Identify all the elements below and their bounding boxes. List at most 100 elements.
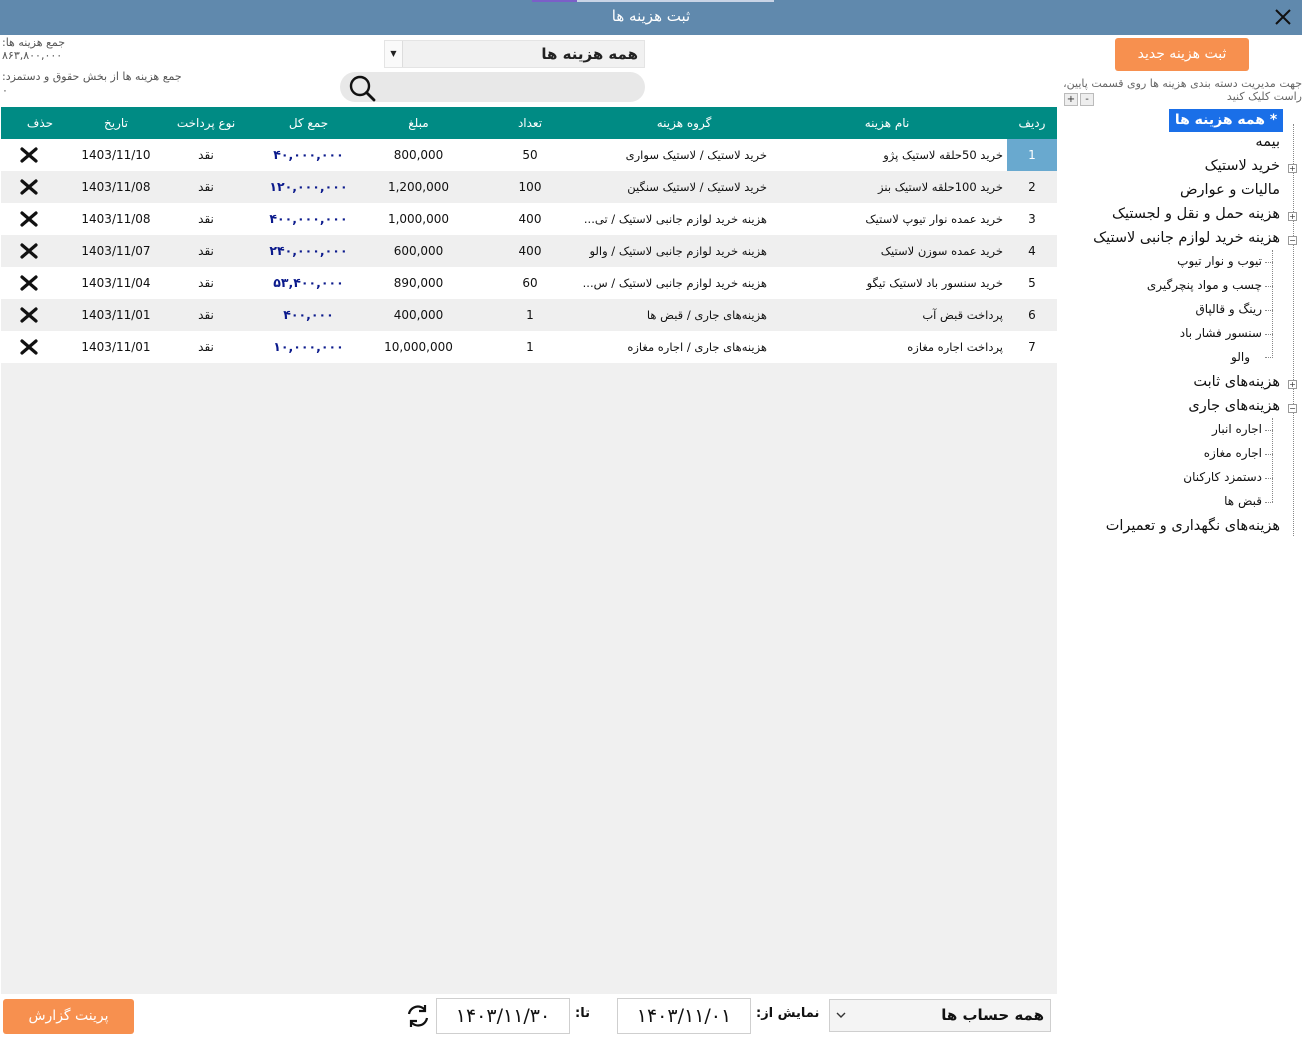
cell-date[interactable]: 1403/11/04 <box>61 267 171 299</box>
delete-icon[interactable] <box>20 147 38 163</box>
tree-child-warehouse-rent[interactable]: اجاره انبار <box>1212 422 1262 436</box>
cell-idx[interactable]: 7 <box>1007 331 1057 363</box>
header-group[interactable]: گروه هزینه <box>579 107 789 139</box>
cell-total[interactable]: ۴۰۰,۰۰۰ <box>241 299 376 331</box>
cell-group[interactable]: خرید لاستیک / لاستیک سنگین <box>579 171 767 203</box>
collapse-icon[interactable]: − <box>1288 236 1297 245</box>
delete-icon[interactable] <box>20 275 38 291</box>
cell-name[interactable]: خرید 50حلقه لاستیک پژو <box>767 139 1003 171</box>
cell-idx[interactable]: 6 <box>1007 299 1057 331</box>
header-name[interactable]: نام هزینه <box>767 107 1007 139</box>
cell-total[interactable]: ۴۰,۰۰۰,۰۰۰ <box>241 139 376 171</box>
search-icon[interactable] <box>344 73 378 103</box>
collapse-all-button[interactable]: - <box>1080 93 1094 106</box>
cell-date[interactable]: 1403/11/08 <box>61 203 171 235</box>
delete-icon[interactable] <box>20 307 38 323</box>
expand-icon[interactable]: + <box>1288 164 1297 173</box>
tree-child-valve[interactable]: والو <box>1231 350 1250 364</box>
table-row[interactable]: 4 خرید عمده سوزن لاستیک هزینه خرید لوازم ج… <box>1 235 1057 267</box>
cell-total[interactable]: ۱۰,۰۰۰,۰۰۰ <box>241 331 376 363</box>
tree-child-bills[interactable]: قبض ها <box>1224 494 1262 508</box>
chevron-down-icon[interactable] <box>834 1008 848 1022</box>
header-total[interactable]: جمع کل <box>241 107 376 139</box>
cell-qty[interactable]: 100 <box>481 171 579 203</box>
cell-date[interactable]: 1403/11/01 <box>61 299 171 331</box>
table-row[interactable]: 7 پرداخت اجاره مغازه هزینه‌های جاری / اجار… <box>1 331 1057 363</box>
tree-node-taxes[interactable]: مالیات و عوارض <box>1180 182 1280 198</box>
cell-idx[interactable]: 2 <box>1007 171 1057 203</box>
cell-qty[interactable]: 60 <box>481 267 579 299</box>
tree-node-accessories[interactable]: هزینه خرید لوازم جانبی لاستیک <box>1093 230 1280 246</box>
header-idx[interactable]: ردیف <box>1007 107 1057 139</box>
delete-icon[interactable] <box>20 179 38 195</box>
table-row[interactable]: 3 خرید عمده نوار تیوپ لاستیک هزینه خرید لو… <box>1 203 1057 235</box>
expand-icon[interactable]: + <box>1288 380 1297 389</box>
cell-group[interactable]: هزینه‌های جاری / اجاره مغازه <box>579 331 767 363</box>
header-date[interactable]: تاریخ <box>61 107 171 139</box>
to-date-input[interactable]: ۱۴۰۳/۱۱/۳۰ <box>436 998 570 1034</box>
cell-group[interactable]: هزینه خرید لوازم جانبی لاستیک / والو <box>579 235 767 267</box>
collapse-icon[interactable]: − <box>1288 404 1297 413</box>
cell-name[interactable]: خرید عمده سوزن لاستیک <box>767 235 1003 267</box>
delete-icon[interactable] <box>20 339 38 355</box>
table-row[interactable]: 5 خرید سنسور باد لاستیک تیگو هزینه خرید لو… <box>1 267 1057 299</box>
tree-child-tube[interactable]: تیوب و نوار تیوپ <box>1177 254 1262 268</box>
tree-child-pressure-sensor[interactable]: سنسور فشار باد <box>1180 326 1262 340</box>
cell-idx[interactable]: 3 <box>1007 203 1057 235</box>
cell-qty[interactable]: 1 <box>481 331 579 363</box>
table-row[interactable]: 6 پرداخت قبض آب هزینه‌های جاری / قبض ها 1 40… <box>1 299 1057 331</box>
cell-date[interactable]: 1403/11/10 <box>61 139 171 171</box>
cell-name[interactable]: خرید 100حلقه لاستیک بنز <box>767 171 1003 203</box>
from-date-input[interactable]: ۱۴۰۳/۱۱/۰۱ <box>617 998 751 1034</box>
cell-group[interactable]: هزینه خرید لوازم جانبی لاستیک / تی... <box>579 203 767 235</box>
tree-node-tire-purchase[interactable]: خرید لاستیک <box>1205 158 1280 174</box>
tree-child-wages[interactable]: دستمزد کارکنان <box>1183 470 1262 484</box>
cell-qty[interactable]: 400 <box>481 235 579 267</box>
cell-date[interactable]: 1403/11/01 <box>61 331 171 363</box>
tree-node-fixed-costs[interactable]: هزینه‌های ثابت <box>1193 374 1280 390</box>
delete-icon[interactable] <box>20 243 38 259</box>
cell-group[interactable]: خرید لاستیک / لاستیک سواری <box>579 139 767 171</box>
cell-total[interactable]: ۱۲۰,۰۰۰,۰۰۰ <box>241 171 376 203</box>
close-icon[interactable] <box>1270 4 1296 30</box>
cell-name[interactable]: خرید سنسور باد لاستیک تیگو <box>767 267 1003 299</box>
cell-name[interactable]: پرداخت اجاره مغازه <box>767 331 1003 363</box>
table-row[interactable]: 2 خرید 100حلقه لاستیک بنز خرید لاستیک / لا… <box>1 171 1057 203</box>
cell-idx[interactable]: 1 <box>1007 139 1057 171</box>
tree-node-all-expenses[interactable]: * همه هزینه ها * <box>1169 109 1283 150</box>
print-report-button[interactable]: پرینت گزارش <box>3 999 134 1034</box>
cell-date[interactable]: 1403/11/08 <box>61 171 171 203</box>
tree-node-logistics[interactable]: هزینه حمل و نقل و لجستیک <box>1112 206 1280 222</box>
expand-icon[interactable]: + <box>1288 212 1297 221</box>
cell-date[interactable]: 1403/11/07 <box>61 235 171 267</box>
cell-total[interactable]: ۲۴۰,۰۰۰,۰۰۰ <box>241 235 376 267</box>
cell-total[interactable]: ۵۳,۴۰۰,۰۰۰ <box>241 267 376 299</box>
expense-filter-select[interactable]: ▼ همه هزینه ها <box>384 40 645 68</box>
cell-idx[interactable]: 4 <box>1007 235 1057 267</box>
cell-group[interactable]: هزینه خرید لوازم جانبی لاستیک / س... <box>579 267 767 299</box>
header-qty[interactable]: تعداد <box>481 107 579 139</box>
tree-node-maintenance[interactable]: هزینه‌های نگهداری و تعمیرات <box>1106 518 1280 534</box>
header-delete[interactable]: حذف <box>16 107 64 139</box>
cell-name[interactable]: خرید عمده نوار تیوپ لاستیک <box>767 203 1003 235</box>
account-select[interactable]: همه حساب ها <box>829 999 1051 1032</box>
cell-name[interactable]: پرداخت قبض آب <box>767 299 1003 331</box>
table-row[interactable]: 1 خرید 50حلقه لاستیک پژو خرید لاستیک / لاس… <box>1 139 1057 171</box>
tree-node-insurance[interactable]: بیمه <box>1255 134 1280 150</box>
new-expense-button[interactable]: ثبت هزینه جدید <box>1115 38 1249 71</box>
delete-icon[interactable] <box>20 211 38 227</box>
cell-group[interactable]: هزینه‌های جاری / قبض ها <box>579 299 767 331</box>
cell-qty[interactable]: 400 <box>481 203 579 235</box>
expand-all-button[interactable]: + <box>1064 93 1078 106</box>
cell-qty[interactable]: 50 <box>481 139 579 171</box>
tree-child-shop-rent[interactable]: اجاره مغازه <box>1204 446 1262 460</box>
cell-idx[interactable]: 5 <box>1007 267 1057 299</box>
tree-child-glue[interactable]: چسب و مواد پنچرگیری <box>1147 278 1262 292</box>
cell-qty[interactable]: 1 <box>481 299 579 331</box>
cell-total[interactable]: ۴۰۰,۰۰۰,۰۰۰ <box>241 203 376 235</box>
refresh-icon[interactable] <box>404 1002 432 1030</box>
tree-node-current-costs[interactable]: هزینه‌های جاری <box>1188 398 1280 414</box>
tree-child-rim[interactable]: رینگ و قالپاق <box>1195 302 1262 316</box>
search-input[interactable] <box>340 72 645 102</box>
chevron-down-icon[interactable]: ▼ <box>385 41 403 67</box>
